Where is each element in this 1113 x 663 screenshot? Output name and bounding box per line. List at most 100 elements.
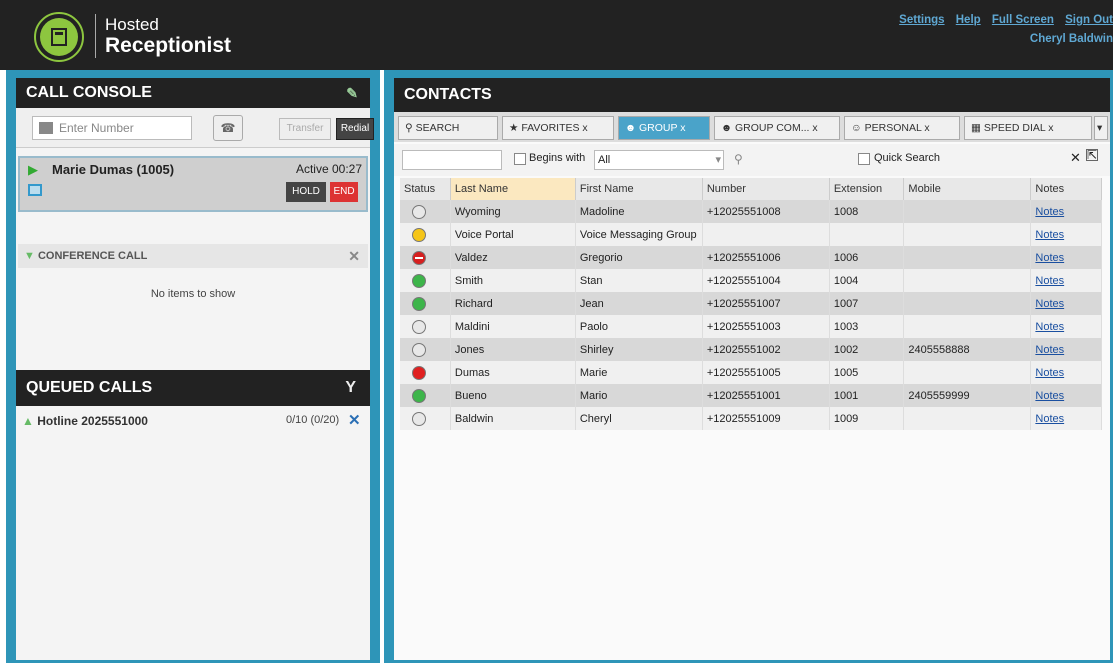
- cell-last: Baldwin: [454, 412, 494, 425]
- contacts-table: Status Last Name First Name Number Exten…: [400, 178, 1102, 430]
- redial-button[interactable]: Redial: [336, 118, 374, 140]
- table-row[interactable]: Jones Shirley +12025551002 1002 2405558888 No…: [400, 338, 1102, 361]
- tab-group[interactable]: ☻ GROUP x: [618, 116, 710, 140]
- notes-link[interactable]: Notes: [1035, 367, 1064, 379]
- table-row[interactable]: Smith Stan +12025551004 1004 Notes: [400, 269, 1102, 292]
- notes-link[interactable]: Notes: [1035, 298, 1064, 310]
- cell-mobile: 2405558888: [908, 343, 970, 356]
- full-screen-link[interactable]: Full Screen: [992, 14, 1054, 26]
- notes-link[interactable]: Notes: [1035, 229, 1064, 241]
- table-row[interactable]: Bueno Mario +12025551001 1001 2405559999 Note…: [400, 384, 1102, 407]
- table-row[interactable]: Voice Portal Voice Messaging Group Notes: [400, 223, 1102, 246]
- table-row[interactable]: Wyoming Madoline +12025551008 1008 Notes: [400, 200, 1102, 223]
- tab-dropdown-icon[interactable]: ▾: [1094, 116, 1108, 140]
- status-icon: [412, 273, 426, 288]
- col-notes[interactable]: Notes: [1030, 178, 1102, 200]
- transfer-button[interactable]: Transfer: [279, 118, 331, 140]
- end-button[interactable]: END: [330, 182, 358, 202]
- cell-first: Gregorio: [579, 251, 623, 264]
- notes-link[interactable]: Notes: [1035, 321, 1064, 333]
- cell-last: Bueno: [454, 389, 487, 402]
- tab-group-common[interactable]: ☻ GROUP COM... x: [714, 116, 840, 140]
- notes-link[interactable]: Notes: [1035, 390, 1064, 402]
- queue-count: 0/10 (0/20): [286, 414, 340, 426]
- call-details-icon[interactable]: [28, 184, 42, 196]
- status-icon: [412, 250, 426, 265]
- table-row[interactable]: Richard Jean +12025551007 1007 Notes: [400, 292, 1102, 315]
- brand-line1: Hosted: [105, 15, 159, 34]
- col-extension[interactable]: Extension: [829, 178, 905, 200]
- status-icon: [412, 388, 426, 403]
- status-icon: [412, 365, 426, 380]
- user-name: Cheryl Baldwin: [1029, 33, 1113, 45]
- cell-ext: 1002: [833, 343, 859, 356]
- cell-last: Maldini: [454, 320, 490, 333]
- table-row[interactable]: Dumas Marie +12025551005 1005 Notes: [400, 361, 1102, 384]
- cell-number: +12025551004: [706, 274, 781, 287]
- conference-call-header[interactable]: ▼ CONFERENCE CALL ✕: [18, 244, 368, 268]
- quick-search-checkbox[interactable]: [858, 153, 870, 165]
- active-call-row[interactable]: ▶ Marie Dumas (1005) Active 00:27 HOLD E…: [18, 156, 368, 212]
- status-icon: [412, 204, 426, 219]
- search-field[interactable]: [402, 150, 502, 170]
- call-status: Active 00:27: [295, 162, 362, 176]
- tab-favorites[interactable]: ★ FAVORITES x: [502, 116, 614, 140]
- edit-icon[interactable]: ✎: [346, 78, 358, 108]
- table-row[interactable]: Maldini Paolo +12025551003 1003 Notes: [400, 315, 1102, 338]
- tab-personal[interactable]: ☺ PERSONAL x: [844, 116, 960, 140]
- queued-calls-header: QUEUED CALLS Y: [16, 370, 370, 406]
- filter-icon[interactable]: Y: [345, 370, 356, 406]
- no-items-text: No items to show: [150, 288, 236, 300]
- notes-link[interactable]: Notes: [1035, 344, 1064, 356]
- begins-with-label: Begins with: [529, 152, 586, 164]
- status-icon: [412, 319, 426, 334]
- col-last-name[interactable]: Last Name: [450, 178, 576, 200]
- cell-last: Valdez: [454, 251, 488, 264]
- cell-first: Voice Messaging Group: [579, 228, 697, 241]
- hotline-row[interactable]: ▲ Hotline 2025551000: [22, 414, 148, 428]
- begins-with-checkbox[interactable]: [514, 153, 526, 165]
- dialpad-icon[interactable]: ☎: [213, 115, 243, 141]
- close-icon[interactable]: ✕: [348, 244, 360, 268]
- cell-last: Voice Portal: [454, 228, 514, 241]
- notes-link[interactable]: Notes: [1035, 206, 1064, 218]
- col-status[interactable]: Status: [400, 178, 451, 200]
- notes-link[interactable]: Notes: [1035, 275, 1064, 287]
- quick-search-label: Quick Search: [874, 152, 941, 164]
- cell-last: Richard: [454, 297, 493, 310]
- notes-link[interactable]: Notes: [1035, 413, 1064, 425]
- col-mobile[interactable]: Mobile: [903, 178, 1032, 200]
- col-number[interactable]: Number: [702, 178, 830, 200]
- enter-number-input[interactable]: Enter Number: [32, 116, 192, 140]
- filter-select[interactable]: All ▾: [594, 150, 724, 170]
- status-icon: [412, 411, 426, 426]
- cell-ext: 1005: [833, 366, 859, 379]
- brand-line2: Receptionist: [105, 34, 232, 57]
- cell-first: Madoline: [579, 205, 625, 218]
- settings-link[interactable]: Settings: [899, 14, 944, 26]
- help-link[interactable]: Help: [956, 14, 981, 26]
- remove-icon[interactable]: ✕: [348, 411, 361, 429]
- notes-link[interactable]: Notes: [1035, 252, 1064, 264]
- cell-last: Jones: [454, 343, 485, 356]
- table-row[interactable]: Valdez Gregorio +12025551006 1006 Notes: [400, 246, 1102, 269]
- hold-button[interactable]: HOLD: [286, 182, 326, 202]
- tab-search[interactable]: ⚲ SEARCH: [398, 116, 498, 140]
- cell-first: Cheryl: [579, 412, 612, 425]
- sign-out-link[interactable]: Sign Out: [1065, 14, 1113, 26]
- cell-ext: 1007: [833, 297, 859, 310]
- cell-number: +12025551003: [706, 320, 781, 333]
- clear-icon[interactable]: ✕: [1070, 150, 1081, 166]
- col-first-name[interactable]: First Name: [575, 178, 703, 200]
- cell-ext: 1008: [833, 205, 859, 218]
- search-icon[interactable]: ⚲: [734, 152, 743, 166]
- table-row[interactable]: Baldwin Cheryl +12025551009 1009 Notes: [400, 407, 1102, 430]
- cell-first: Paolo: [579, 320, 608, 333]
- status-icon: [412, 296, 426, 311]
- export-icon[interactable]: ⇱: [1086, 149, 1098, 161]
- cell-last: Wyoming: [454, 205, 501, 218]
- cell-last: Smith: [454, 274, 484, 287]
- tab-speed-dial[interactable]: ▦ SPEED DIAL x: [964, 116, 1092, 140]
- cell-number: +12025551009: [706, 412, 781, 425]
- cell-ext: 1004: [833, 274, 859, 287]
